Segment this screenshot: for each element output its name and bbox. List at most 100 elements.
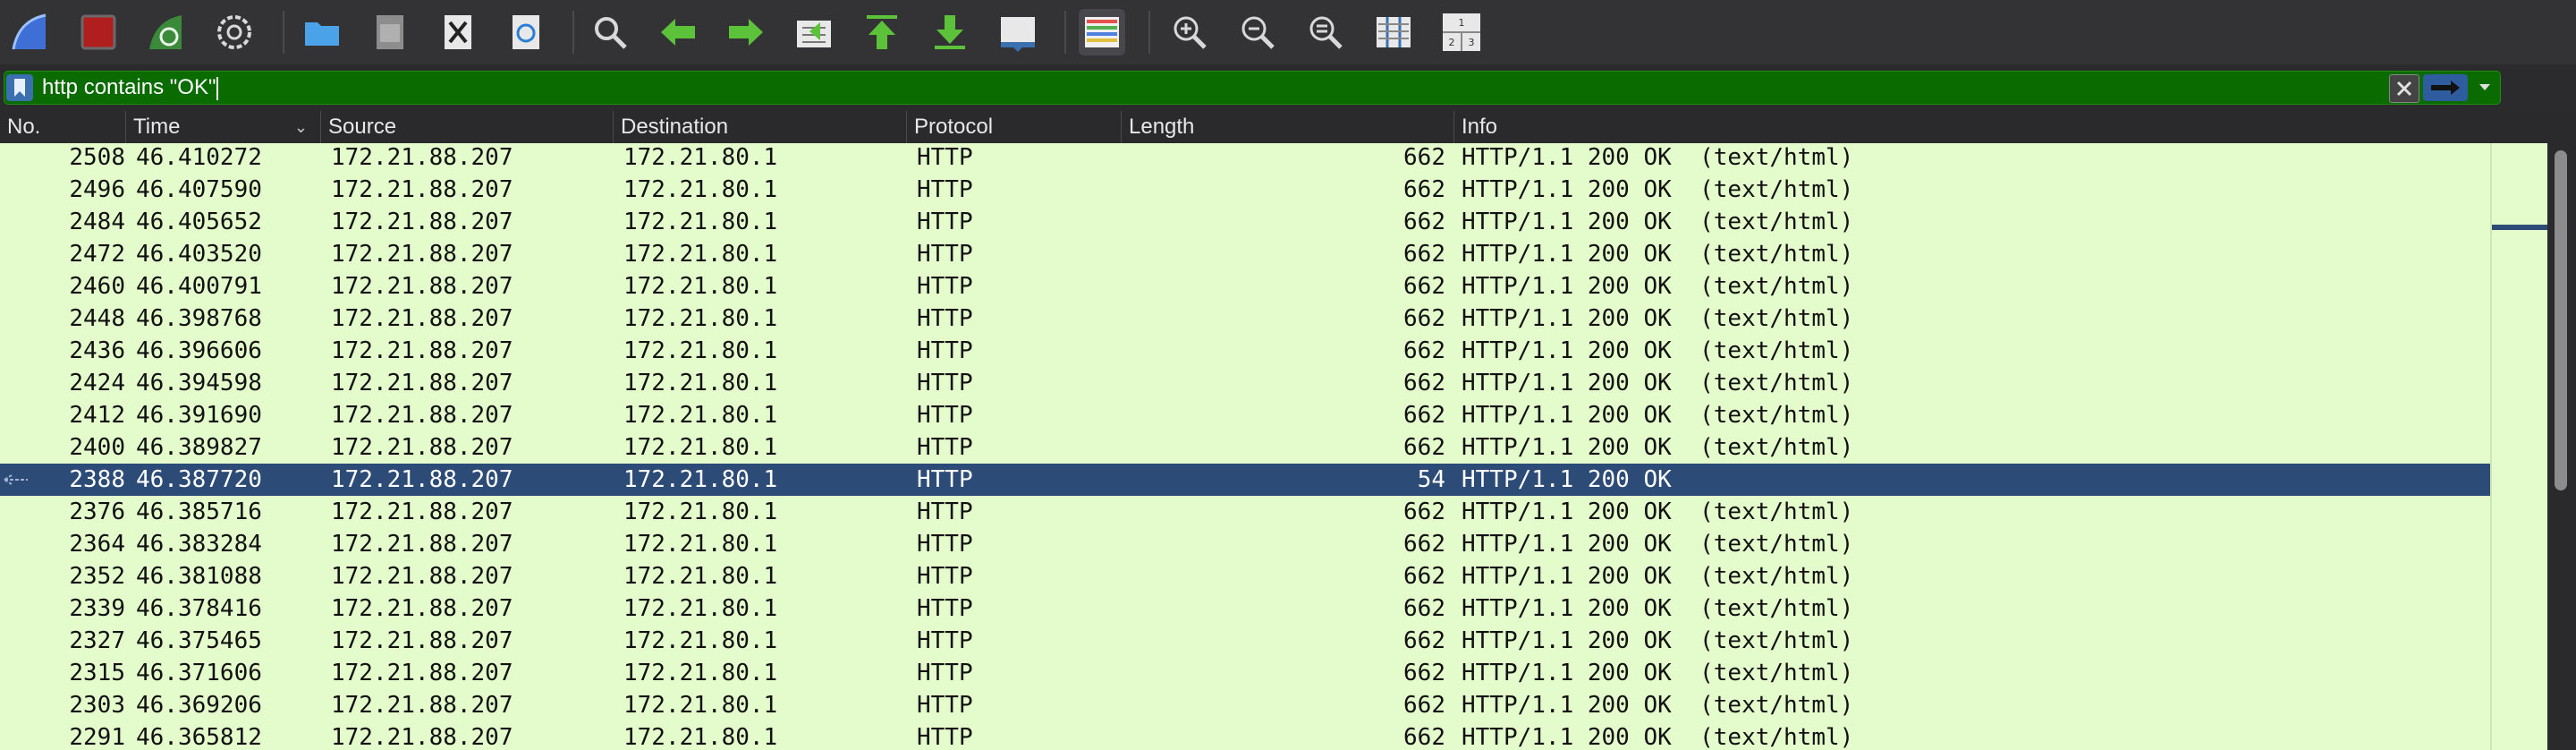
packet-info: HTTP/1.1 200 OK (text/html)	[1462, 692, 1854, 719]
packet-destination: 172.21.80.1	[623, 627, 778, 654]
capture-options-icon[interactable]	[211, 9, 258, 55]
packet-source: 172.21.88.207	[331, 531, 513, 558]
packet-source: 172.21.88.207	[331, 209, 513, 235]
packet-row-selected[interactable]: 2388 46.387720 172.21.88.207 172.21.80.1 HTT…	[0, 464, 2490, 496]
packet-minimap[interactable]	[2490, 143, 2549, 750]
packet-source: 172.21.88.207	[331, 434, 513, 461]
filter-history-dropdown[interactable]	[2473, 74, 2496, 101]
packet-source: 172.21.88.207	[331, 466, 513, 493]
toolbar-separator	[572, 11, 574, 54]
packet-row[interactable]: 2472 46.403520 172.21.88.207 172.21.80.1 HTT…	[0, 238, 2490, 270]
packet-row[interactable]: 2352 46.381088 172.21.88.207 172.21.80.1 HTT…	[0, 560, 2490, 592]
zoom-in-icon[interactable]	[1166, 9, 1213, 55]
packet-time: 46.403520	[136, 241, 262, 268]
packet-row[interactable]: 2364 46.383284 172.21.88.207 172.21.80.1 HTT…	[0, 528, 2490, 560]
packet-source: 172.21.88.207	[331, 595, 513, 622]
close-file-icon[interactable]	[435, 9, 481, 55]
packet-protocol: HTTP	[917, 724, 973, 750]
normal-size-icon[interactable]	[1302, 9, 1349, 55]
packet-protocol: HTTP	[917, 370, 973, 396]
packet-row[interactable]: 2508 46.410272 172.21.88.207 172.21.80.1 HTT…	[0, 143, 2490, 174]
packet-number: 2364	[69, 531, 125, 558]
zoom-out-icon[interactable]	[1234, 9, 1281, 55]
display-filter-input[interactable]: http contains "OK"	[42, 75, 219, 100]
packet-row[interactable]: 2448 46.398768 172.21.88.207 172.21.80.1 HTT…	[0, 303, 2490, 335]
packet-source: 172.21.88.207	[331, 241, 513, 268]
packet-row[interactable]: 2400 46.389827 172.21.88.207 172.21.80.1 HTT…	[0, 431, 2490, 464]
packet-protocol: HTTP	[917, 337, 973, 364]
packet-protocol: HTTP	[917, 434, 973, 461]
arrow-right-icon	[2431, 81, 2460, 95]
packet-row[interactable]: 2424 46.394598 172.21.88.207 172.21.80.1 HTT…	[0, 367, 2490, 399]
packet-source: 172.21.88.207	[331, 563, 513, 590]
column-header-source[interactable]: Source	[320, 111, 613, 143]
vertical-scrollbar[interactable]	[2547, 143, 2576, 750]
packet-info: HTTP/1.1 200 OK	[1462, 466, 1672, 493]
packet-row[interactable]: 2412 46.391690 172.21.88.207 172.21.80.1 HTT…	[0, 399, 2490, 431]
go-forward-icon[interactable]	[723, 9, 769, 55]
column-header-label: Destination	[621, 115, 729, 139]
auto-scroll-icon[interactable]	[995, 9, 1041, 55]
packet-row[interactable]: 2496 46.407590 172.21.88.207 172.21.80.1 HTT…	[0, 174, 2490, 206]
column-header-time[interactable]: Time ⌄	[125, 111, 320, 143]
start-capture-icon[interactable]	[7, 9, 54, 55]
packet-source: 172.21.88.207	[331, 370, 513, 396]
packet-row[interactable]: 2376 46.385716 172.21.88.207 172.21.80.1 HTT…	[0, 496, 2490, 528]
go-back-icon[interactable]	[655, 9, 701, 55]
packet-info: HTTP/1.1 200 OK (text/html)	[1462, 402, 1854, 429]
packet-protocol: HTTP	[917, 563, 973, 590]
packet-row[interactable]: 2460 46.400791 172.21.88.207 172.21.80.1 HTT…	[0, 270, 2490, 303]
packet-length: 662	[1403, 370, 1445, 396]
packet-destination: 172.21.80.1	[623, 370, 778, 396]
layout-icon[interactable]: 12 3	[1438, 9, 1485, 55]
colorize-icon[interactable]	[1079, 9, 1125, 55]
scrollbar-thumb[interactable]	[2555, 150, 2567, 490]
go-last-icon[interactable]	[927, 9, 973, 55]
packet-info: HTTP/1.1 200 OK (text/html)	[1462, 434, 1854, 461]
packet-row[interactable]: 2291 46.365812 172.21.88.207 172.21.80.1 HTT…	[0, 721, 2490, 750]
column-header-length[interactable]: Length	[1121, 111, 1453, 143]
column-header-label: Length	[1129, 115, 1195, 139]
go-first-icon[interactable]	[859, 9, 905, 55]
reload-file-icon[interactable]	[503, 9, 549, 55]
packet-row[interactable]: 2327 46.375465 172.21.88.207 172.21.80.1 HTT…	[0, 625, 2490, 657]
packet-protocol: HTTP	[917, 176, 973, 203]
find-packet-icon[interactable]	[587, 9, 633, 55]
filter-bookmark-button[interactable]	[6, 74, 33, 101]
packet-length: 662	[1403, 595, 1445, 622]
close-icon	[2396, 81, 2412, 97]
svg-text:1: 1	[1459, 17, 1465, 29]
column-header-label: Source	[328, 115, 397, 139]
packet-info: HTTP/1.1 200 OK (text/html)	[1462, 563, 1854, 590]
packet-length: 662	[1403, 209, 1445, 235]
clear-filter-button[interactable]	[2389, 74, 2419, 103]
packet-info: HTTP/1.1 200 OK (text/html)	[1462, 337, 1854, 364]
go-to-packet-icon[interactable]	[791, 9, 837, 55]
column-header-destination[interactable]: Destination	[613, 111, 906, 143]
resize-columns-icon[interactable]	[1370, 9, 1417, 55]
packet-destination: 172.21.80.1	[623, 595, 778, 622]
packet-row[interactable]: 2315 46.371606 172.21.88.207 172.21.80.1 HTT…	[0, 657, 2490, 689]
packet-number: 2508	[69, 144, 125, 171]
packet-destination: 172.21.80.1	[623, 337, 778, 364]
open-file-icon[interactable]	[299, 9, 345, 55]
column-header-info[interactable]: Info	[1453, 111, 2576, 143]
save-file-icon[interactable]	[367, 9, 413, 55]
packet-time: 46.398768	[136, 305, 262, 332]
restart-capture-icon[interactable]	[143, 9, 190, 55]
stop-capture-icon[interactable]	[75, 9, 122, 55]
packet-length: 662	[1403, 273, 1445, 300]
packet-length: 662	[1403, 660, 1445, 686]
packet-row[interactable]: 2339 46.378416 172.21.88.207 172.21.80.1 HTT…	[0, 592, 2490, 625]
packet-length: 662	[1403, 531, 1445, 558]
apply-filter-button[interactable]	[2423, 74, 2468, 101]
packet-row[interactable]: 2484 46.405652 172.21.88.207 172.21.80.1 HTT…	[0, 206, 2490, 238]
packet-row[interactable]: 2303 46.369206 172.21.88.207 172.21.80.1 HTT…	[0, 689, 2490, 721]
column-header-no[interactable]: No.	[0, 111, 125, 143]
packet-row[interactable]: 2436 46.396606 172.21.88.207 172.21.80.1 HTT…	[0, 335, 2490, 367]
column-header-protocol[interactable]: Protocol	[906, 111, 1121, 143]
packet-number: 2460	[69, 273, 125, 300]
packet-info: HTTP/1.1 200 OK (text/html)	[1462, 595, 1854, 622]
packet-time: 46.387720	[136, 466, 262, 493]
packet-time: 46.400791	[136, 273, 262, 300]
